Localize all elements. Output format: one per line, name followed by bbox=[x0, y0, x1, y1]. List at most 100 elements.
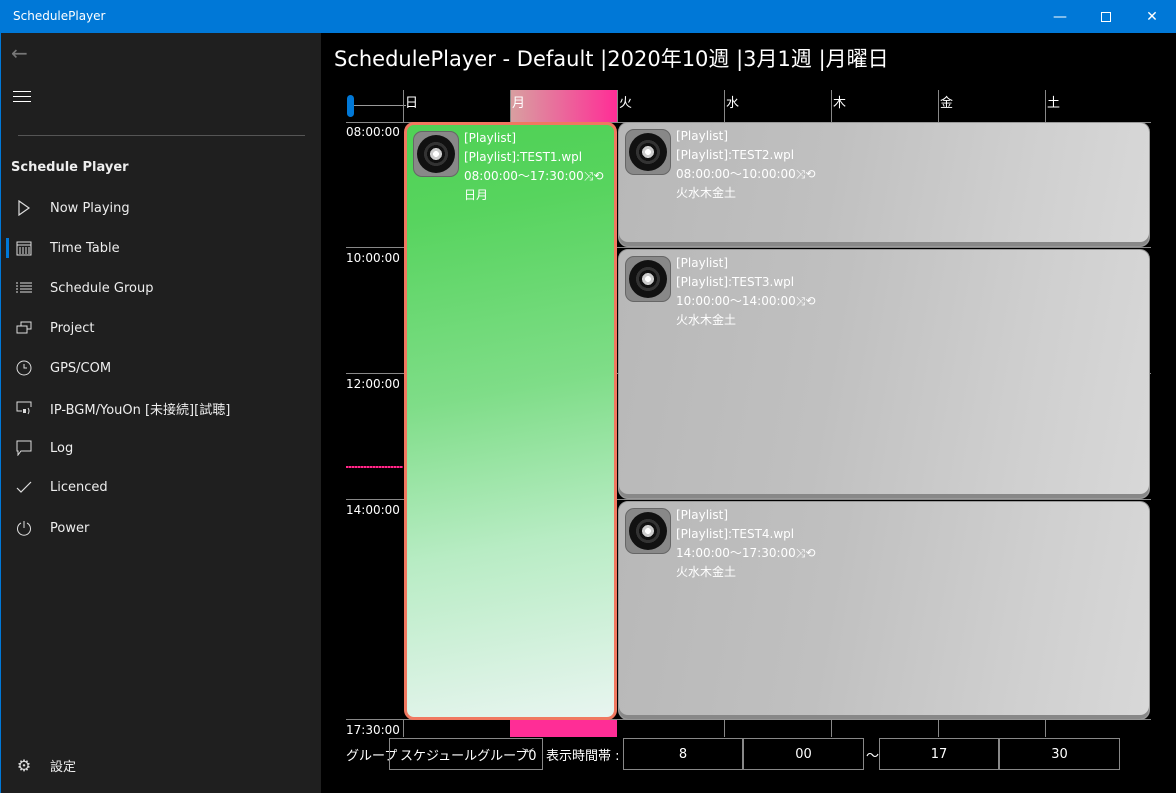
close-button[interactable]: ✕ bbox=[1129, 1, 1175, 33]
nav-item-settings[interactable]: ⚙ 設定 bbox=[1, 745, 321, 785]
schedule-type: [Playlist] bbox=[676, 508, 729, 522]
schedule-name: [Playlist]:TEST1.wpl bbox=[464, 150, 583, 164]
nav-item-now-playing[interactable]: Now Playing bbox=[1, 188, 321, 228]
schedule-details: [Playlist] [Playlist]:TEST3.wpl 10:00:00… bbox=[676, 254, 815, 330]
hamburger-line bbox=[13, 101, 31, 102]
day-header-fri[interactable]: 金 bbox=[938, 90, 1045, 122]
repeat-icon: ⟲ bbox=[805, 294, 816, 308]
time-label: 14:00:00 bbox=[346, 503, 400, 517]
nav-item-label: Power bbox=[50, 520, 90, 536]
day-label: 金 bbox=[940, 96, 954, 111]
start-hour-value: 8 bbox=[678, 746, 688, 762]
nav-item-label: IP-BGM/YouOn [未接続][試聴] bbox=[50, 402, 231, 418]
nav-item-licenced[interactable]: Licenced bbox=[1, 467, 321, 507]
display-settings-bar: グループ スケジュールグループ0 ﹀ 表示時間帯 : 8 00 ～ 17 30 bbox=[321, 738, 1176, 770]
nav-item-log[interactable]: Log bbox=[1, 428, 321, 468]
vinyl-disc-icon bbox=[625, 129, 671, 175]
schedule-card-test1[interactable]: [Playlist] [Playlist]:TEST1.wpl 08:00:00… bbox=[404, 122, 617, 720]
back-arrow-icon: ← bbox=[11, 41, 28, 65]
hamburger-line bbox=[13, 96, 31, 97]
close-icon: ✕ bbox=[1146, 9, 1158, 25]
nav-item-label: GPS/COM bbox=[50, 360, 112, 376]
schedule-card-test2[interactable]: [Playlist] [Playlist]:TEST2.wpl 08:00:00… bbox=[618, 122, 1150, 247]
clock-icon bbox=[14, 358, 34, 378]
range-separator: ～ bbox=[866, 749, 880, 764]
today-highlight-footer bbox=[510, 719, 617, 737]
end-hour-value: 17 bbox=[930, 746, 948, 762]
day-label: 月 bbox=[512, 96, 526, 111]
schedule-days: 火水木金土 bbox=[676, 313, 737, 327]
schedule-type: [Playlist] bbox=[676, 129, 729, 143]
time-label: 08:00:00 bbox=[346, 125, 400, 139]
nav-item-label: 設定 bbox=[50, 759, 77, 775]
schedule-time: 08:00:00～10:00:00 bbox=[676, 167, 796, 181]
vinyl-graphic bbox=[629, 512, 667, 550]
window-title: SchedulePlayer bbox=[13, 9, 106, 23]
cast-icon bbox=[14, 398, 34, 418]
day-header-wed[interactable]: 水 bbox=[724, 90, 831, 122]
app-window: SchedulePlayer — ✕ ← Schedule Player Now… bbox=[0, 0, 1176, 793]
schedule-details: [Playlist] [Playlist]:TEST4.wpl 14:00:00… bbox=[676, 506, 815, 582]
nav-item-label: Schedule Group bbox=[50, 280, 154, 296]
nav-item-schedule-group[interactable]: Schedule Group bbox=[1, 268, 321, 308]
menu-toggle-button[interactable] bbox=[13, 91, 31, 105]
start-hour-input[interactable]: 8 bbox=[623, 738, 743, 770]
schedule-card-test3[interactable]: [Playlist] [Playlist]:TEST3.wpl 10:00:00… bbox=[618, 249, 1150, 499]
end-minute-input[interactable]: 30 bbox=[999, 738, 1120, 770]
vinyl-disc-icon bbox=[625, 508, 671, 554]
day-header-mon[interactable]: 月 bbox=[510, 90, 617, 122]
schedule-days: 日月 bbox=[464, 188, 489, 202]
schedule-details: [Playlist] [Playlist]:TEST1.wpl 08:00:00… bbox=[464, 129, 603, 205]
shuffle-icon: ⤨ bbox=[583, 169, 594, 183]
maximize-button[interactable] bbox=[1083, 1, 1129, 33]
schedule-time: 10:00:00～14:00:00 bbox=[676, 294, 796, 308]
schedule-card-test4[interactable]: [Playlist] [Playlist]:TEST4.wpl 14:00:00… bbox=[618, 501, 1150, 720]
nav-item-label: Licenced bbox=[50, 479, 108, 495]
nav-item-project[interactable]: Project bbox=[1, 308, 321, 348]
day-header-sun[interactable]: 日 bbox=[403, 90, 510, 122]
page-title: SchedulePlayer - Default |2020年10週 |3月1週… bbox=[334, 47, 889, 71]
chat-icon bbox=[14, 438, 34, 458]
calendar-icon bbox=[14, 238, 34, 258]
schedule-name: [Playlist]:TEST3.wpl bbox=[676, 275, 795, 289]
day-header-tue[interactable]: 火 bbox=[617, 90, 724, 122]
time-label: 10:00:00 bbox=[346, 251, 400, 265]
schedule-name: [Playlist]:TEST2.wpl bbox=[676, 148, 795, 162]
schedule-time-row: 08:00:00～10:00:00⤨⟲ bbox=[676, 165, 815, 184]
day-tick bbox=[831, 719, 832, 737]
day-tick bbox=[403, 719, 404, 737]
start-minute-input[interactable]: 00 bbox=[743, 738, 864, 770]
nav-divider bbox=[18, 135, 305, 136]
day-header-sat[interactable]: 土 bbox=[1045, 90, 1152, 122]
group-dropdown[interactable]: スケジュールグループ0 ﹀ bbox=[389, 738, 543, 770]
navigation-pane: ← Schedule Player Now Playing Time Table… bbox=[1, 33, 321, 793]
group-dropdown-value: スケジュールグループ0 bbox=[400, 748, 537, 764]
time-label: 17:30:00 bbox=[346, 723, 400, 737]
shuffle-icon: ⤨ bbox=[795, 546, 806, 560]
current-time-indicator bbox=[346, 466, 403, 468]
vinyl-disc-icon bbox=[413, 131, 459, 177]
nav-item-power[interactable]: Power bbox=[1, 508, 321, 548]
day-label: 日 bbox=[405, 96, 419, 111]
zoom-slider-thumb[interactable] bbox=[347, 95, 354, 117]
shuffle-icon: ⤨ bbox=[795, 167, 806, 181]
day-tick bbox=[724, 719, 725, 737]
schedule-time-row: 08:00:00～17:30:00⤨⟲ bbox=[464, 167, 603, 186]
day-header-thu[interactable]: 木 bbox=[831, 90, 938, 122]
display-range-label: 表示時間帯 : bbox=[546, 749, 620, 764]
chevron-down-icon: ﹀ bbox=[521, 747, 534, 761]
back-button[interactable]: ← bbox=[11, 41, 35, 65]
gear-icon: ⚙ bbox=[16, 755, 32, 775]
nav-item-ip-bgm[interactable]: IP-BGM/YouOn [未接続][試聴] bbox=[1, 388, 321, 428]
play-icon bbox=[14, 198, 34, 218]
end-minute-value: 30 bbox=[1051, 746, 1068, 762]
zoom-slider-track[interactable] bbox=[354, 105, 406, 106]
schedule-days: 火水木金土 bbox=[676, 565, 737, 579]
project-icon bbox=[14, 318, 34, 338]
nav-item-time-table[interactable]: Time Table bbox=[1, 228, 321, 268]
end-hour-input[interactable]: 17 bbox=[879, 738, 999, 770]
repeat-icon: ⟲ bbox=[593, 169, 604, 183]
minimize-button[interactable]: — bbox=[1037, 1, 1083, 33]
nav-item-gps-com[interactable]: GPS/COM bbox=[1, 348, 321, 388]
repeat-icon: ⟲ bbox=[805, 546, 816, 560]
